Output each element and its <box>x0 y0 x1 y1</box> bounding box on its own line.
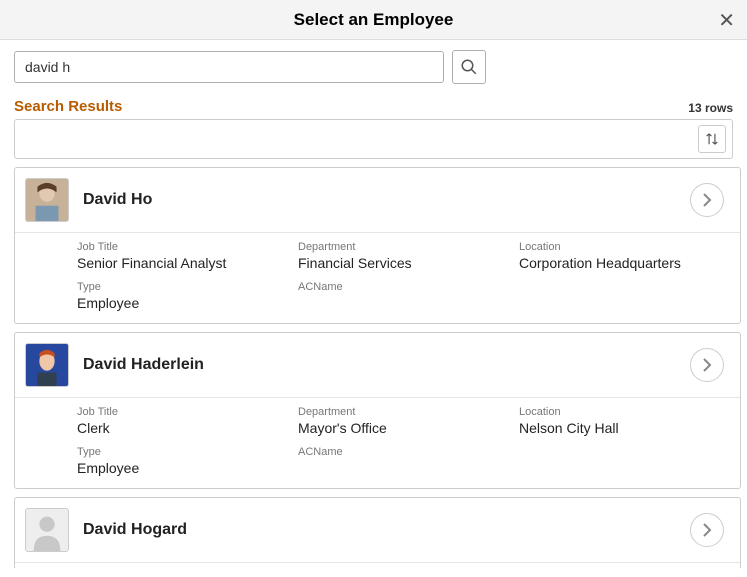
value-location: Nelson City Hall <box>519 420 730 436</box>
dialog-title: Select an Employee <box>294 10 454 30</box>
label-location: Location <box>519 406 730 418</box>
avatar <box>25 508 69 552</box>
employee-name: David Haderlein <box>83 356 676 374</box>
value-department: Financial Services <box>298 255 509 271</box>
sort-button[interactable] <box>698 125 726 153</box>
value-job-title: Senior Financial Analyst <box>77 255 288 271</box>
employee-name: David Hogard <box>83 521 676 539</box>
filter-bar <box>14 119 733 159</box>
label-type: Type <box>77 281 288 293</box>
value-type: Employee <box>77 295 288 311</box>
select-employee-button[interactable] <box>690 348 724 382</box>
value-department: Mayor's Office <box>298 420 509 436</box>
employee-card-header: David Haderlein <box>15 333 740 398</box>
label-department: Department <box>298 241 509 253</box>
value-type: Employee <box>77 460 288 476</box>
close-icon: ✕ <box>718 10 735 32</box>
select-employee-button[interactable] <box>690 183 724 217</box>
label-job-title: Job Title <box>77 241 288 253</box>
value-job-title: Clerk <box>77 420 288 436</box>
chevron-right-icon <box>702 523 712 537</box>
label-acname: ACName <box>298 446 509 458</box>
field-department: Department Mayor's Office <box>298 406 509 436</box>
field-job-title: Job Title Senior Financial Analyst <box>77 241 288 271</box>
label-location: Location <box>519 241 730 253</box>
field-location: Location Corporation Headquarters <box>519 241 730 271</box>
field-type: Type Employee <box>77 446 288 476</box>
employee-name: David Ho <box>83 191 676 209</box>
employee-card-header: David Ho <box>15 168 740 233</box>
search-button[interactable] <box>452 50 486 84</box>
close-button[interactable]: ✕ <box>718 8 735 33</box>
results-list[interactable]: David Ho Job Title Senior Financial Anal… <box>0 167 747 568</box>
label-department: Department <box>298 406 509 418</box>
search-bar <box>0 40 747 94</box>
field-type: Type Employee <box>77 281 288 311</box>
chevron-right-icon <box>702 358 712 372</box>
chevron-right-icon <box>702 193 712 207</box>
employee-card: David Hogard Job Title Department Locati… <box>14 497 741 568</box>
select-employee-button[interactable] <box>690 513 724 547</box>
sort-icon <box>705 132 719 146</box>
employee-card-body: Job Title Senior Financial Analyst Depar… <box>15 233 740 323</box>
label-acname: ACName <box>298 281 509 293</box>
field-department: Department Financial Services <box>298 241 509 271</box>
field-acname: ACName <box>298 446 509 476</box>
field-job-title: Job Title Clerk <box>77 406 288 436</box>
row-count: 13 rows <box>688 101 733 115</box>
results-heading: Search Results <box>14 98 122 115</box>
search-input[interactable] <box>14 51 444 83</box>
label-type: Type <box>77 446 288 458</box>
field-location: Location Nelson City Hall <box>519 406 730 436</box>
employee-card-body: Job Title Clerk Department Mayor's Offic… <box>15 398 740 488</box>
avatar <box>25 343 69 387</box>
employee-card: David Ho Job Title Senior Financial Anal… <box>14 167 741 324</box>
results-header: Search Results 13 rows <box>0 94 747 117</box>
label-job-title: Job Title <box>77 406 288 418</box>
employee-card: David Haderlein Job Title Clerk Departme… <box>14 332 741 489</box>
dialog-header: Select an Employee ✕ <box>0 0 747 40</box>
employee-card-body: Job Title Department Location <box>15 563 740 568</box>
search-icon <box>460 58 478 76</box>
value-location: Corporation Headquarters <box>519 255 730 271</box>
avatar <box>25 178 69 222</box>
field-acname: ACName <box>298 281 509 311</box>
employee-card-header: David Hogard <box>15 498 740 563</box>
